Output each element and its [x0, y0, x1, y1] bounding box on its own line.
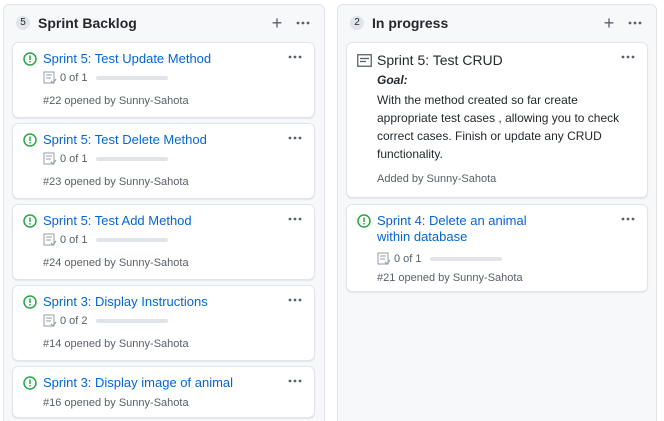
issue-opened-icon	[23, 214, 37, 228]
progress-bar	[95, 76, 168, 80]
progress-text: 0 of 1	[60, 153, 88, 165]
kebab-horizontal-icon[interactable]	[292, 12, 314, 34]
issue-opened-icon	[23, 295, 37, 309]
issue-meta: #24 opened by Sunny-Sahota	[43, 257, 189, 269]
issue-meta: #14 opened by Sunny-Sahota	[43, 338, 189, 350]
card-count-badge: 5	[16, 16, 30, 30]
issue-card[interactable]: Sprint 5: Test Delete Method 0 of 1 #23 …	[12, 123, 315, 199]
card-count-badge: 2	[350, 16, 364, 30]
column-title: Sprint Backlog	[38, 15, 137, 31]
note-icon	[357, 54, 372, 67]
column-title: In progress	[372, 15, 449, 31]
kebab-horizontal-icon[interactable]	[624, 12, 646, 34]
plus-icon[interactable]: +	[266, 12, 288, 34]
task-progress: 0 of 1	[43, 233, 168, 247]
issue-title-link[interactable]: Sprint 3: Display image of animal	[43, 375, 278, 391]
progress-text: 0 of 1	[60, 72, 88, 84]
note-card[interactable]: Sprint 5: Test CRUD Goal: With the metho…	[346, 42, 648, 198]
task-progress: 0 of 2	[43, 314, 168, 328]
progress-text: 0 of 1	[60, 234, 88, 246]
progress-bar	[95, 157, 168, 161]
progress-bar	[95, 319, 168, 323]
task-progress: 0 of 1	[377, 252, 502, 266]
progress-text: 0 of 2	[60, 315, 88, 327]
task-progress: 0 of 1	[43, 71, 168, 85]
issue-meta: #23 opened by Sunny-Sahota	[43, 176, 189, 188]
issue-card[interactable]: Sprint 5: Test Add Method 0 of 1 #24 ope…	[12, 204, 315, 280]
note-goal-label: Goal:	[377, 73, 408, 87]
note-added-by: Added by Sunny-Sahota	[377, 173, 497, 185]
card-menu-kebab-icon[interactable]	[617, 49, 639, 65]
column-header: 5 Sprint Backlog +	[4, 5, 324, 41]
issue-title-link[interactable]: Sprint 4: Delete an animal within databa…	[377, 213, 547, 245]
progress-bar	[95, 238, 168, 242]
card-menu-kebab-icon[interactable]	[284, 373, 306, 389]
column-header: 2 In progress +	[338, 5, 656, 41]
plus-icon[interactable]: +	[598, 12, 620, 34]
column-sprint-backlog: 5 Sprint Backlog + Sprint 5: Test Update…	[3, 4, 325, 421]
issue-title-link[interactable]: Sprint 5: Test Add Method	[43, 213, 278, 229]
card-menu-kebab-icon[interactable]	[284, 130, 306, 146]
issue-card[interactable]: Sprint 3: Display Instructions 0 of 2 #1…	[12, 285, 315, 361]
tasklist-icon	[43, 314, 57, 327]
tasklist-icon	[43, 152, 57, 165]
progress-text: 0 of 1	[394, 253, 422, 265]
column-in-progress: 2 In progress + Sprint 5: Test CRUD Goal…	[337, 4, 657, 421]
issue-meta: #21 opened by Sunny-Sahota	[377, 272, 523, 284]
card-menu-kebab-icon[interactable]	[284, 292, 306, 308]
issue-title-link[interactable]: Sprint 5: Test Delete Method	[43, 132, 278, 148]
issue-title-link[interactable]: Sprint 3: Display Instructions	[43, 294, 278, 310]
tasklist-icon	[377, 252, 391, 265]
issue-title-link[interactable]: Sprint 5: Test Update Method	[43, 51, 278, 67]
task-progress: 0 of 1	[43, 152, 168, 166]
issue-opened-icon	[23, 52, 37, 66]
note-title: Sprint 5: Test CRUD	[377, 52, 503, 68]
progress-bar	[429, 257, 502, 261]
issue-card[interactable]: Sprint 4: Delete an animal within databa…	[346, 204, 648, 292]
tasklist-icon	[43, 233, 57, 246]
issue-meta: #22 opened by Sunny-Sahota	[43, 95, 189, 107]
card-menu-kebab-icon[interactable]	[284, 211, 306, 227]
note-body: With the method created so far create ap…	[377, 93, 620, 161]
issue-meta: #16 opened by Sunny-Sahota	[43, 397, 189, 409]
tasklist-icon	[43, 71, 57, 84]
issue-card[interactable]: Sprint 3: Display image of animal #16 op…	[12, 366, 315, 418]
card-menu-kebab-icon[interactable]	[617, 211, 639, 227]
card-menu-kebab-icon[interactable]	[284, 49, 306, 65]
issue-opened-icon	[23, 376, 37, 390]
issue-opened-icon	[357, 214, 371, 228]
issue-opened-icon	[23, 133, 37, 147]
issue-card[interactable]: Sprint 5: Test Update Method 0 of 1 #22 …	[12, 42, 315, 118]
